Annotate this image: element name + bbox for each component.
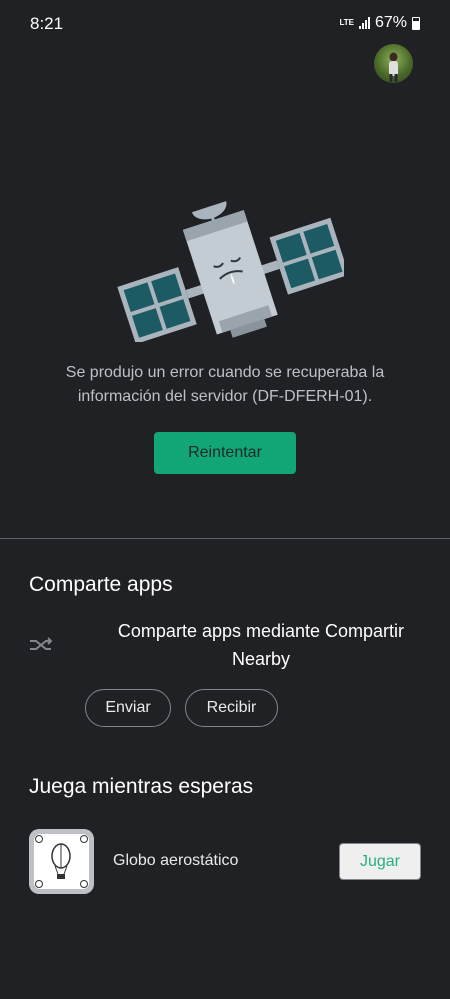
status-icons: LTE 67% bbox=[339, 14, 420, 32]
send-button[interactable]: Enviar bbox=[85, 689, 171, 727]
avatar-photo bbox=[389, 52, 398, 82]
status-time: 8:21 bbox=[30, 14, 64, 33]
status-bar: 8:21 LTE 67% bbox=[0, 0, 450, 46]
error-message-line: Se produjo un error cuando se recuperaba… bbox=[65, 364, 385, 381]
signal-icon bbox=[358, 17, 370, 29]
receive-button[interactable]: Recibir bbox=[185, 689, 278, 727]
games-section-title: Juega mientras esperas bbox=[29, 775, 254, 798]
satellite-illustration bbox=[117, 201, 344, 342]
hot-air-balloon-icon bbox=[35, 835, 88, 888]
share-section-title: Comparte apps bbox=[29, 573, 173, 596]
share-description-line: Comparte apps mediante Compartir bbox=[117, 621, 405, 641]
retry-button[interactable]: Reintentar bbox=[154, 432, 296, 474]
game-name: Globo aerostático bbox=[113, 852, 239, 869]
play-button[interactable]: Jugar bbox=[339, 843, 421, 880]
battery-percent: 67% bbox=[374, 14, 407, 31]
game-icon-inner bbox=[34, 834, 89, 889]
account-avatar[interactable] bbox=[374, 44, 413, 83]
balloon-game-icon[interactable] bbox=[29, 829, 94, 894]
error-message: Se produjo un error cuando se recuperaba… bbox=[40, 361, 410, 409]
section-divider bbox=[0, 538, 450, 539]
share-description-line: Nearby bbox=[231, 649, 291, 669]
battery-icon bbox=[412, 16, 420, 30]
nearby-share-icon bbox=[30, 637, 53, 650]
lte-icon: LTE bbox=[339, 18, 354, 27]
error-message-line: información del servidor (DF-DFERH-01). bbox=[77, 388, 373, 405]
share-description: Comparte apps mediante Compartir Nearby bbox=[100, 617, 422, 673]
